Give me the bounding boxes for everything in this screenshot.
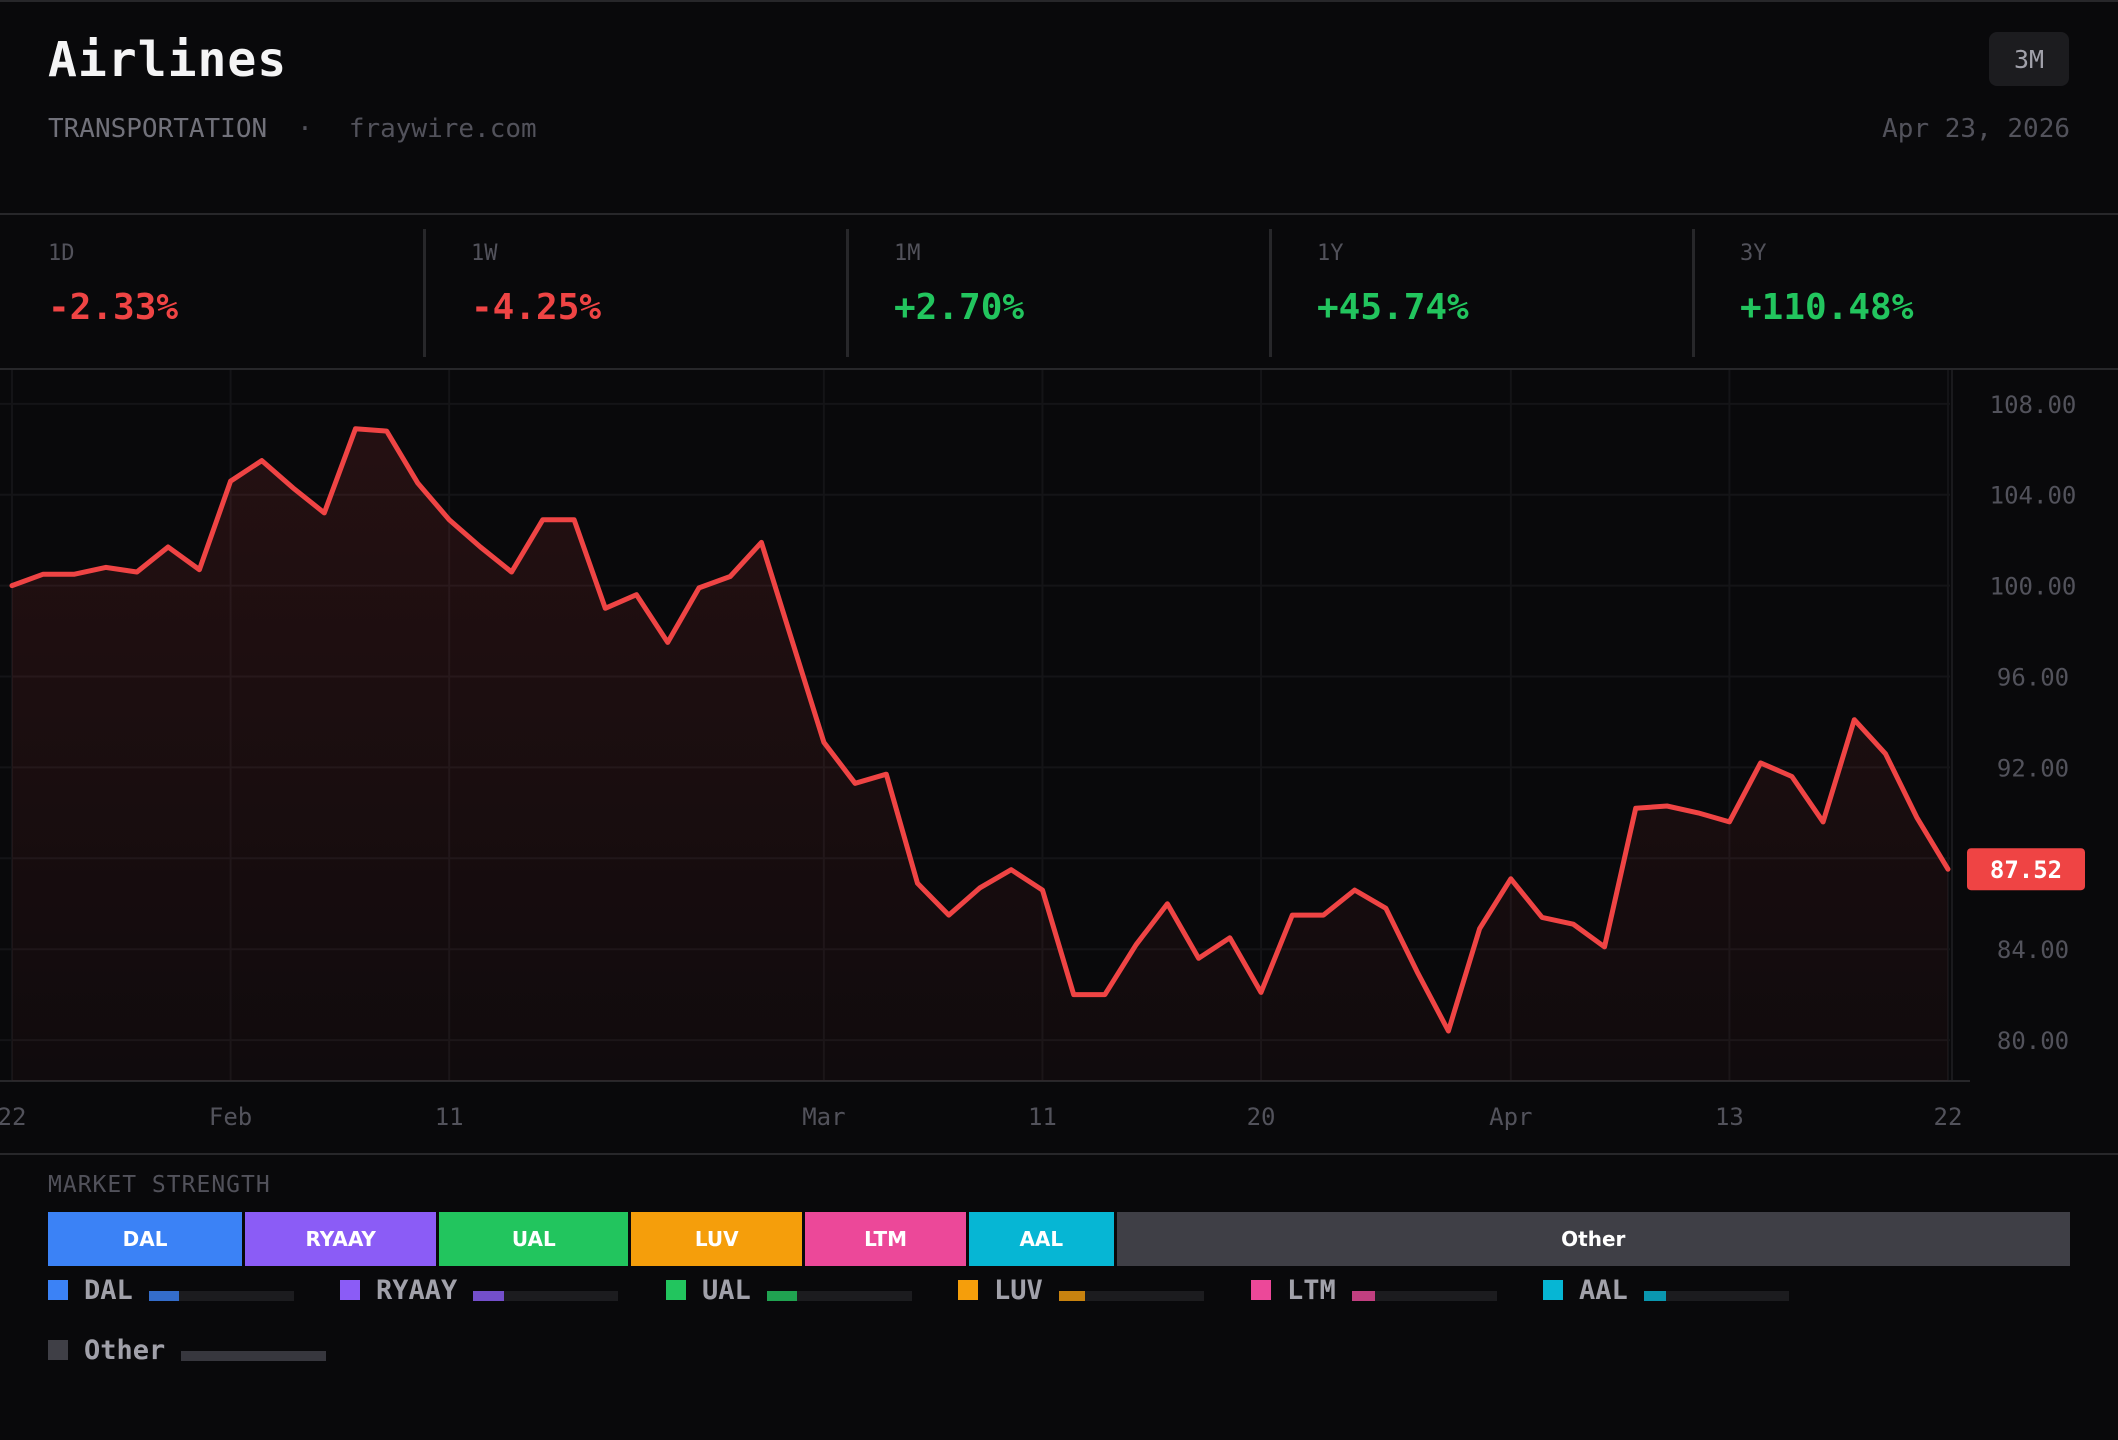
legend-swatch (958, 1280, 978, 1300)
legend-strength-track (1351, 1291, 1497, 1301)
y-tick-label: 80.00 (1997, 1027, 2069, 1055)
range-button[interactable]: 3M (1989, 32, 2069, 86)
legend-strength-track (181, 1351, 327, 1361)
perf-label: 1M (894, 241, 921, 266)
x-tick-label: 22 (1934, 1103, 1963, 1131)
legend-strength-fill (473, 1291, 504, 1301)
legend-strength-track (1643, 1291, 1789, 1301)
legend-swatch (666, 1280, 686, 1300)
legend-strength-track (1058, 1291, 1204, 1301)
strength-segment-luv[interactable]: LUV (631, 1212, 806, 1266)
price-chart-svg: 108.00 104.00 100.00 96.00 92.00 84.00 80.00 87… (0, 370, 2085, 1131)
legend-item-aal: AAL (1543, 1270, 1789, 1310)
perf-cell-3y: 3Y +110.48% (1692, 215, 2115, 368)
perf-label: 1D (48, 241, 75, 266)
y-tick-label: 100.00 (1990, 573, 2077, 601)
legend-strength-track (148, 1291, 294, 1301)
legend-strength-fill (766, 1291, 798, 1301)
legend-swatch (1251, 1280, 1271, 1300)
strength-segment-ryaay[interactable]: RYAAY (245, 1212, 440, 1266)
perf-cell-1y: 1Y +45.74% (1269, 215, 1692, 368)
perf-label: 1Y (1317, 241, 1344, 266)
as-of-date: Apr 23, 2026 (1882, 114, 2070, 144)
y-tick-label: 84.00 (1997, 936, 2069, 964)
legend-swatch (48, 1280, 68, 1300)
subtitle: TRANSPORTATION · fraywire.com (48, 114, 537, 144)
legend-strength-track (473, 1291, 619, 1301)
legend-strength-track (766, 1291, 912, 1301)
perf-cell-1w: 1W -4.25% (423, 215, 846, 368)
legend-item-other: Other (48, 1330, 327, 1370)
strength-segment-ual[interactable]: UAL (439, 1212, 632, 1266)
legend-item-ual: UAL (666, 1270, 912, 1310)
legend-strength-fill (1643, 1291, 1666, 1301)
x-tick-label: Apr (1489, 1103, 1532, 1131)
legend-strength-fill (1058, 1291, 1085, 1301)
legend-label: AAL (1579, 1274, 1628, 1306)
separator-dot: · (297, 114, 313, 144)
perf-cell-1m: 1M +2.70% (846, 215, 1269, 368)
legend-item-ryaay: RYAAY (340, 1270, 619, 1310)
x-tick-label: 20 (1247, 1103, 1276, 1131)
legend-item-ltm: LTM (1251, 1270, 1497, 1310)
legend-item-luv: LUV (958, 1270, 1204, 1310)
legend-item-dal: DAL (48, 1270, 294, 1310)
legend-swatch (1543, 1280, 1563, 1300)
y-tick-label: 108.00 (1990, 391, 2077, 419)
strength-segment-other[interactable]: Other (1116, 1212, 2070, 1266)
legend-label: DAL (84, 1274, 133, 1306)
x-tick-label: 22 (0, 1103, 26, 1131)
market-strength-title: MARKET STRENGTH (48, 1172, 271, 1198)
legend-label: UAL (702, 1274, 751, 1306)
divider (0, 1153, 2118, 1155)
perf-divider (1269, 229, 1272, 357)
category-label: TRANSPORTATION (48, 114, 268, 144)
perf-value: +45.74% (1317, 287, 1469, 328)
strength-segment-dal[interactable]: DAL (48, 1212, 246, 1266)
perf-label: 3Y (1740, 241, 1767, 266)
y-tick-label: 92.00 (1997, 754, 2069, 782)
perf-label: 1W (471, 241, 498, 266)
page-title: Airlines (48, 32, 288, 88)
x-tick-label: 11 (1028, 1103, 1057, 1131)
x-tick-label: Mar (802, 1103, 845, 1131)
legend-label: RYAAY (376, 1274, 458, 1306)
legend-label: LTM (1287, 1274, 1336, 1306)
legend-strength-fill (148, 1291, 180, 1301)
legend-strength-fill (181, 1351, 327, 1361)
perf-value: +110.48% (1740, 287, 1914, 328)
strength-segment-aal[interactable]: AAL (969, 1212, 1117, 1266)
perf-value: +2.70% (894, 287, 1025, 328)
perf-divider (423, 229, 426, 357)
header: Airlines TRANSPORTATION · fraywire.com 3M … (0, 0, 2118, 213)
legend-strength-fill (1351, 1291, 1375, 1301)
price-chart: 108.00 104.00 100.00 96.00 92.00 84.00 80.00 87… (0, 370, 2118, 1153)
legend-swatch (48, 1340, 68, 1360)
perf-value: -2.33% (48, 287, 179, 328)
y-tick-label: 104.00 (1990, 482, 2077, 510)
performance-strip: 1D -2.33% 1W -4.25% 1M +2.70% 1Y +45.74% 3Y +110.… (0, 213, 2118, 370)
x-tick-label: 13 (1715, 1103, 1744, 1131)
perf-divider (1692, 229, 1695, 357)
perf-divider (846, 229, 849, 357)
legend-label: LUV (994, 1274, 1043, 1306)
last-price-label: 87.52 (1990, 856, 2062, 884)
perf-value: -4.25% (471, 287, 602, 328)
strength-segment-ltm[interactable]: LTM (805, 1212, 969, 1266)
y-tick-label: 96.00 (1997, 664, 2069, 692)
perf-cell-1d: 1D -2.33% (0, 215, 423, 368)
source-site: fraywire.com (348, 114, 537, 144)
x-tick-label: 11 (435, 1103, 464, 1131)
market-strength-bar: DAL RYAAY UAL LUV LTM AAL Other (48, 1212, 2070, 1266)
legend-swatch (340, 1280, 360, 1300)
x-tick-label: Feb (209, 1103, 252, 1131)
legend-label: Other (84, 1334, 166, 1366)
